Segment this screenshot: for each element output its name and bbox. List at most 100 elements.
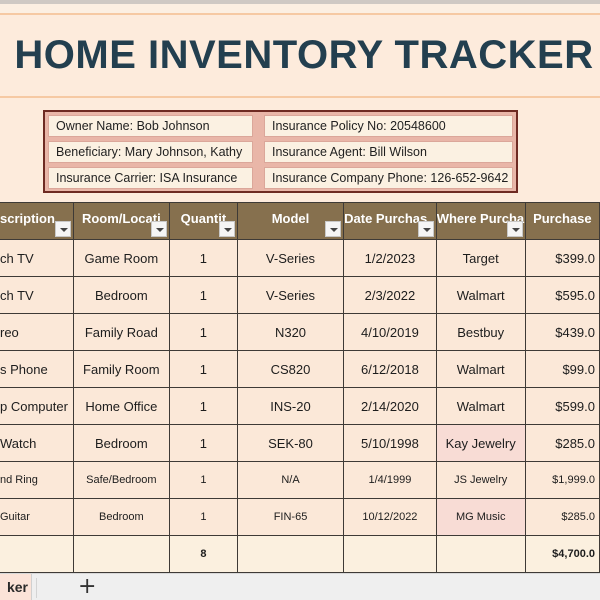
room-cell[interactable]: Game Room [72, 239, 170, 277]
date-purchased-cell[interactable]: 1/4/1999 [343, 461, 437, 499]
description-cell[interactable]: ch TV [0, 276, 74, 314]
table-row: reo Family Road 1 N320 4/10/2019 Bestbuy $439.… [0, 313, 600, 351]
filter-dropdown-icon[interactable] [325, 221, 342, 237]
date-purchased-cell[interactable]: 4/10/2019 [343, 313, 437, 351]
model-cell[interactable]: FIN-65 [236, 498, 345, 536]
header-purchase-price: Purchase [524, 202, 600, 240]
purchase-price-cell[interactable]: $1,999.0 [524, 461, 600, 499]
description-cell[interactable]: Watch [0, 424, 74, 462]
quantity-cell[interactable]: 1 [168, 239, 238, 277]
room-cell[interactable]: Bedroom [72, 498, 170, 536]
date-purchased-cell[interactable]: 5/10/1998 [343, 424, 437, 462]
table-row: ch TV Game Room 1 V-Series 1/2/2023 Target $39… [0, 239, 600, 277]
quantity-cell[interactable]: 1 [168, 498, 238, 536]
insurance-agent-cell[interactable]: Insurance Agent: Bill Wilson [264, 141, 513, 163]
inventory-table: scription Room/Locati Quantit Model Date… [0, 202, 600, 573]
quantity-cell[interactable]: 1 [168, 313, 238, 351]
total-price-cell[interactable]: $4,700.0 [524, 535, 600, 573]
quantity-cell[interactable]: 1 [168, 350, 238, 388]
total-quantity-cell[interactable]: 8 [168, 535, 238, 573]
header-description: scription [0, 202, 74, 240]
purchase-price-cell[interactable]: $99.0 [524, 350, 600, 388]
model-cell[interactable]: INS-20 [236, 387, 345, 425]
where-purchased-cell[interactable]: Walmart [435, 350, 526, 388]
add-sheet-icon[interactable]: + [78, 575, 96, 599]
filter-dropdown-icon[interactable] [506, 221, 523, 237]
purchase-price-cell[interactable]: $439.0 [524, 313, 600, 351]
model-cell[interactable]: V-Series [236, 276, 345, 314]
model-cell[interactable]: SEK-80 [236, 424, 345, 462]
quantity-cell[interactable]: 1 [168, 276, 238, 314]
room-cell[interactable]: Safe/Bedroom [72, 461, 170, 499]
header-where-purchased: Where Purcha [435, 202, 526, 240]
header-model: Model [236, 202, 345, 240]
table-row: nd Ring Safe/Bedroom 1 N/A 1/4/1999 JS Jewelr… [0, 461, 600, 499]
table-row: s Phone Family Room 1 CS820 6/12/2018 Walmart… [0, 350, 600, 388]
filter-dropdown-icon[interactable] [150, 221, 167, 237]
model-cell[interactable]: CS820 [236, 350, 345, 388]
where-purchased-cell[interactable]: JS Jewelry [435, 461, 526, 499]
purchase-price-cell[interactable]: $595.0 [524, 276, 600, 314]
table-row: Guitar Bedroom 1 FIN-65 10/12/2022 MG Music $2… [0, 498, 600, 536]
sheet-tab-bar: ker + [0, 573, 600, 600]
total-row: 8 $4,700.0 [0, 535, 600, 573]
model-cell[interactable]: V-Series [236, 239, 345, 277]
description-cell[interactable]: s Phone [0, 350, 74, 388]
room-cell[interactable]: Bedroom [72, 424, 170, 462]
page-title: HOME INVENTORY TRACKER [14, 33, 594, 77]
description-cell[interactable]: ch TV [0, 239, 74, 277]
filter-dropdown-icon[interactable] [417, 221, 434, 237]
description-cell[interactable]: p Computer [0, 387, 74, 425]
quantity-cell[interactable]: 1 [168, 461, 238, 499]
insurance-carrier-cell[interactable]: Insurance Carrier: ISA Insurance [48, 167, 253, 189]
top-row [0, 4, 600, 13]
spreadsheet: HOME INVENTORY TRACKER Owner Name: Bob J… [0, 0, 600, 600]
policy-number-cell[interactable]: Insurance Policy No: 20548600 [264, 115, 513, 137]
beneficiary-cell[interactable]: Beneficiary: Mary Johnson, Kathy [48, 141, 253, 163]
sheet-tab-tracker[interactable]: ker [0, 574, 32, 600]
header-quantity: Quantit [168, 202, 238, 240]
total-room-cell[interactable] [72, 535, 170, 573]
date-purchased-cell[interactable]: 2/3/2022 [343, 276, 437, 314]
company-phone-cell[interactable]: Insurance Company Phone: 126-652-9642 [264, 167, 513, 189]
quantity-cell[interactable]: 1 [168, 424, 238, 462]
filter-dropdown-icon[interactable] [218, 221, 235, 237]
description-cell[interactable]: reo [0, 313, 74, 351]
total-date-cell[interactable] [343, 535, 437, 573]
inventory-table-container: scription Room/Locati Quantit Model Date… [0, 202, 600, 573]
date-purchased-cell[interactable]: 10/12/2022 [343, 498, 437, 536]
where-purchased-cell[interactable]: Walmart [435, 387, 526, 425]
header-row: scription Room/Locati Quantit Model Date… [0, 202, 600, 240]
purchase-price-cell[interactable]: $599.0 [524, 387, 600, 425]
where-purchased-cell[interactable]: Target [435, 239, 526, 277]
date-purchased-cell[interactable]: 6/12/2018 [343, 350, 437, 388]
date-purchased-cell[interactable]: 2/14/2020 [343, 387, 437, 425]
where-purchased-cell[interactable]: MG Music [435, 498, 526, 536]
tab-separator [36, 578, 37, 598]
date-purchased-cell[interactable]: 1/2/2023 [343, 239, 437, 277]
total-where-cell[interactable] [435, 535, 526, 573]
description-cell[interactable]: Guitar [0, 498, 74, 536]
model-cell[interactable]: N320 [236, 313, 345, 351]
description-cell[interactable]: nd Ring [0, 461, 74, 499]
table-row: Watch Bedroom 1 SEK-80 5/10/1998 Kay Jewelry $… [0, 424, 600, 462]
filter-dropdown-icon[interactable] [54, 221, 71, 237]
room-cell[interactable]: Bedroom [72, 276, 170, 314]
purchase-price-cell[interactable]: $285.0 [524, 498, 600, 536]
quantity-cell[interactable]: 1 [168, 387, 238, 425]
total-description-cell[interactable] [0, 535, 74, 573]
table-row: ch TV Bedroom 1 V-Series 2/3/2022 Walmart $595… [0, 276, 600, 314]
purchase-price-cell[interactable]: $285.0 [524, 424, 600, 462]
model-cell[interactable]: N/A [236, 461, 345, 499]
insurance-info-box: Owner Name: Bob Johnson Beneficiary: Mar… [43, 110, 518, 193]
room-cell[interactable]: Family Road [72, 313, 170, 351]
where-purchased-cell[interactable]: Kay Jewelry [435, 424, 526, 462]
total-model-cell[interactable] [236, 535, 345, 573]
where-purchased-cell[interactable]: Walmart [435, 276, 526, 314]
purchase-price-cell[interactable]: $399.0 [524, 239, 600, 277]
where-purchased-cell[interactable]: Bestbuy [435, 313, 526, 351]
room-cell[interactable]: Family Room [72, 350, 170, 388]
owner-name-cell[interactable]: Owner Name: Bob Johnson [48, 115, 253, 137]
room-cell[interactable]: Home Office [72, 387, 170, 425]
title-band: HOME INVENTORY TRACKER [0, 13, 600, 98]
